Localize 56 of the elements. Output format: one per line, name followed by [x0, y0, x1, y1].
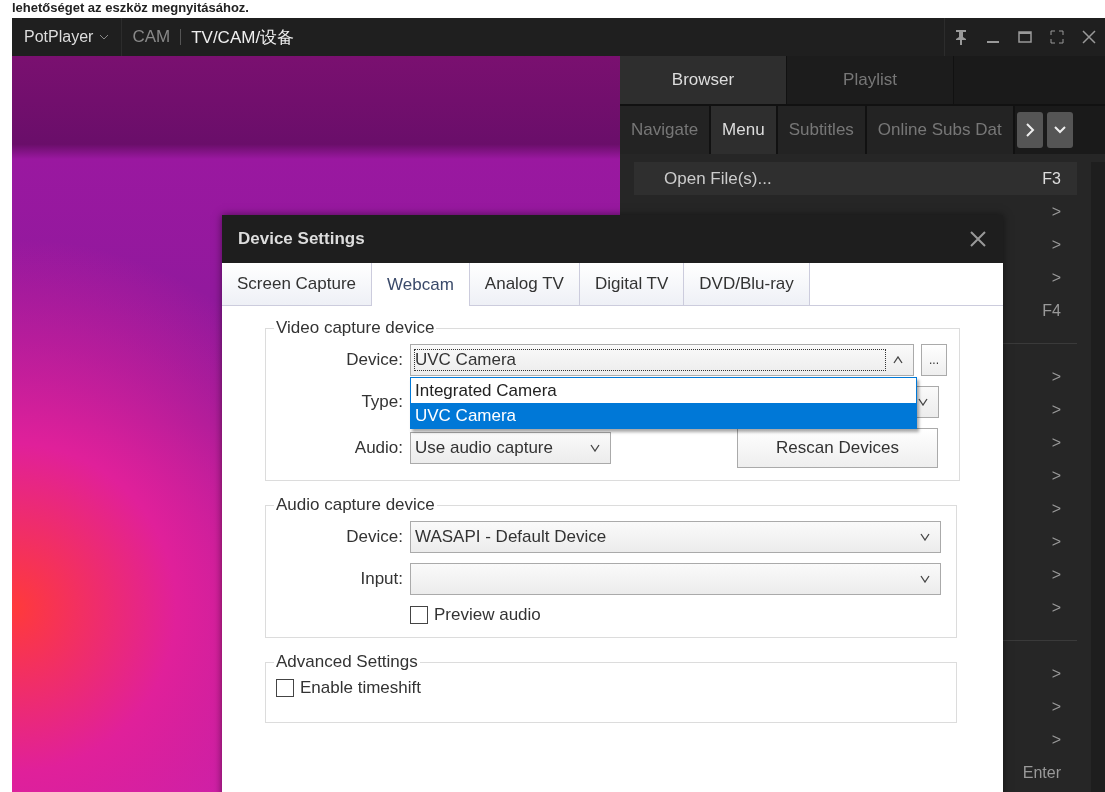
caret-down-icon: [590, 444, 600, 452]
panel-subtab[interactable]: Online Subs Dat: [866, 106, 1015, 154]
dialog-tab[interactable]: Analog TV: [469, 263, 580, 305]
shortcut-text: >: [1051, 400, 1061, 419]
panel-subtab[interactable]: Menu: [711, 106, 778, 154]
group-title: Video capture device: [275, 318, 436, 338]
shortcut-text: >: [1051, 730, 1061, 749]
field-label: Device:: [345, 527, 403, 547]
dialog-tab[interactable]: DVD/Blu-ray: [684, 263, 810, 305]
shortcut-text: >: [1051, 466, 1061, 485]
group-title: Audio capture device: [275, 495, 436, 515]
group-title: Advanced Settings: [275, 652, 419, 672]
dialog-tab[interactable]: Screen Capture: [222, 263, 373, 305]
checkbox[interactable]: Preview audio: [410, 605, 944, 625]
dropdown[interactable]: WASAPI - Default Device: [410, 521, 941, 553]
checkbox[interactable]: Enable timeshift: [276, 678, 944, 698]
shortcut-text: Enter: [1022, 763, 1061, 782]
breadcrumb-item[interactable]: CAM: [122, 27, 181, 47]
dropdown[interactable]: Use audio capture: [410, 432, 611, 464]
field-label: Audio:: [353, 438, 403, 458]
more-button[interactable]: ...: [921, 344, 947, 376]
shortcut-text: F3: [1042, 169, 1061, 188]
caret-down-icon: [920, 533, 930, 541]
panel-subtab[interactable]: Subtitles: [777, 106, 867, 154]
menu-item-label: Open File(s)...: [664, 168, 772, 189]
breadcrumb-item[interactable]: TV/CAM/设备: [181, 25, 305, 49]
shortcut-text: >: [1051, 532, 1061, 551]
shortcut-text: >: [1051, 235, 1061, 254]
shortcut-text: >: [1051, 565, 1061, 584]
shortcut-text: >: [1051, 202, 1061, 221]
shortcut-text: F4: [1042, 301, 1061, 320]
field-label: Type:: [360, 392, 403, 412]
shortcut-text: >: [1051, 664, 1061, 683]
chevron-down-icon[interactable]: [1046, 112, 1073, 148]
caret-down-icon: [920, 575, 930, 583]
shortcut-text: >: [1051, 499, 1061, 518]
field-label: Device:: [345, 350, 403, 370]
rescan-button[interactable]: Rescan Devices: [737, 428, 938, 468]
menu-item[interactable]: Open File(s)... F3: [634, 162, 1077, 195]
dialog-tab[interactable]: Digital TV: [579, 263, 685, 305]
caret-down-icon: [918, 398, 928, 406]
caret-down-icon: [99, 34, 110, 40]
panel-subtab[interactable]: Navigate: [620, 106, 712, 154]
shortcut-text: >: [1051, 697, 1061, 716]
caret-up-icon: [893, 356, 903, 364]
panel-tab[interactable]: Browser: [620, 56, 787, 104]
chevron-right-icon[interactable]: [1016, 112, 1043, 148]
dropdown-option[interactable]: Integrated Camera: [411, 378, 916, 403]
dialog-tab[interactable]: Webcam: [372, 263, 470, 306]
dropdown[interactable]: UVC Camera: [410, 344, 914, 376]
close-icon[interactable]: [969, 230, 987, 248]
shortcut-text: >: [1051, 598, 1061, 617]
dialog-title: Device Settings: [238, 229, 365, 249]
field-label: Input:: [359, 569, 403, 589]
caption-text: lehetőséget az eszköz megnyitásához.: [11, 0, 250, 17]
dropdown-option[interactable]: UVC Camera: [411, 403, 916, 428]
